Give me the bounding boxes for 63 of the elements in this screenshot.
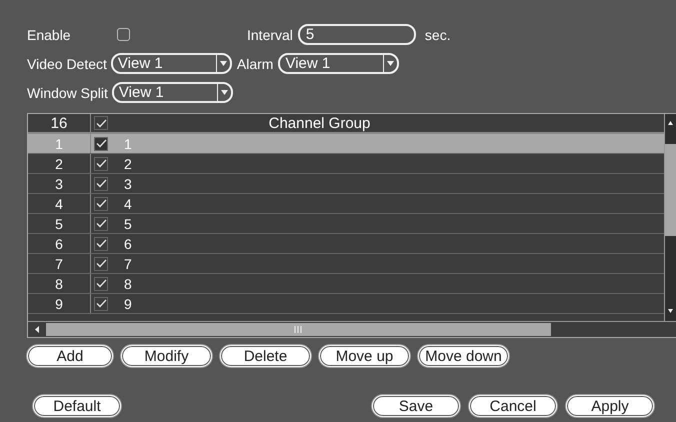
table-row[interactable]: 9 9 <box>28 294 665 314</box>
vertical-scrollbar[interactable] <box>664 114 676 321</box>
caret-icon <box>220 61 227 66</box>
window-split-label: Window Split <box>27 84 108 100</box>
footer-button[interactable]: Cancel <box>469 395 557 417</box>
row-number: 8 <box>28 274 91 293</box>
table-row[interactable]: 5 5 <box>28 214 665 234</box>
interval-field[interactable]: 5 <box>298 24 416 45</box>
horizontal-scrollbar[interactable] <box>28 321 676 337</box>
channel-cell: 3 <box>124 176 132 192</box>
channel-cell: 8 <box>124 276 132 292</box>
checkbox[interactable] <box>94 136 108 150</box>
unit-label: sec. <box>424 26 451 42</box>
row-number: 6 <box>28 234 91 253</box>
checkbox[interactable] <box>94 156 108 170</box>
action-button[interactable]: Delete <box>220 345 311 367</box>
caret-icon <box>220 90 228 95</box>
video-detect-dropdown[interactable]: View 1 <box>110 53 232 74</box>
channel-cell: 2 <box>124 156 132 172</box>
column-header: Channel Group <box>268 114 372 132</box>
table-row[interactable]: 2 2 <box>28 154 665 174</box>
checkbox[interactable] <box>94 216 108 230</box>
window-split-dropdown[interactable]: View 1 <box>112 82 233 103</box>
row-number: 7 <box>28 254 91 273</box>
action-button[interactable]: Move up <box>319 345 410 367</box>
video-detect-label: Video Detect <box>27 56 107 72</box>
table-row[interactable]: 7 7 <box>28 254 665 274</box>
checkbox[interactable] <box>94 196 108 210</box>
checkbox[interactable] <box>94 116 108 130</box>
action-button[interactable]: Move down <box>418 345 509 367</box>
row-number: 3 <box>28 174 91 193</box>
checkbox[interactable] <box>94 176 108 190</box>
channel-cell: 1 <box>124 136 132 152</box>
action-button[interactable]: Modify <box>121 345 212 367</box>
channel-cell: 6 <box>124 236 132 252</box>
footer-button[interactable]: Apply <box>566 395 654 417</box>
row-number: 1 <box>28 134 91 153</box>
channel-cell: 9 <box>124 296 132 312</box>
interval-label: Interval <box>247 26 293 42</box>
table-row[interactable]: 4 4 <box>28 194 665 214</box>
enable-label: Enable <box>27 26 72 42</box>
checkbox[interactable] <box>94 276 108 290</box>
table-row[interactable]: 6 6 <box>28 234 665 254</box>
table-row[interactable]: 3 3 <box>28 174 665 194</box>
row-number: 4 <box>28 194 91 213</box>
alarm-dropdown[interactable]: View 1 <box>278 53 400 74</box>
checkbox[interactable] <box>94 296 108 310</box>
enable-checkbox[interactable] <box>117 28 130 41</box>
checkbox[interactable] <box>94 256 108 270</box>
channel-cell: 5 <box>124 216 132 232</box>
caret-icon <box>387 61 394 66</box>
row-number: 2 <box>28 154 91 173</box>
action-button[interactable]: Add <box>27 345 113 367</box>
channel-cell: 4 <box>124 196 132 212</box>
footer-button[interactable]: Save <box>372 395 460 417</box>
alarm-label: Alarm <box>236 56 274 72</box>
column-header: 16 <box>28 114 91 132</box>
table-row[interactable]: 8 8 <box>28 274 665 294</box>
checkbox[interactable] <box>94 236 108 250</box>
row-number: 5 <box>28 214 91 233</box>
row-number: 9 <box>28 294 91 313</box>
channel-cell: 7 <box>124 256 132 272</box>
default-button[interactable]: Default <box>33 395 121 417</box>
